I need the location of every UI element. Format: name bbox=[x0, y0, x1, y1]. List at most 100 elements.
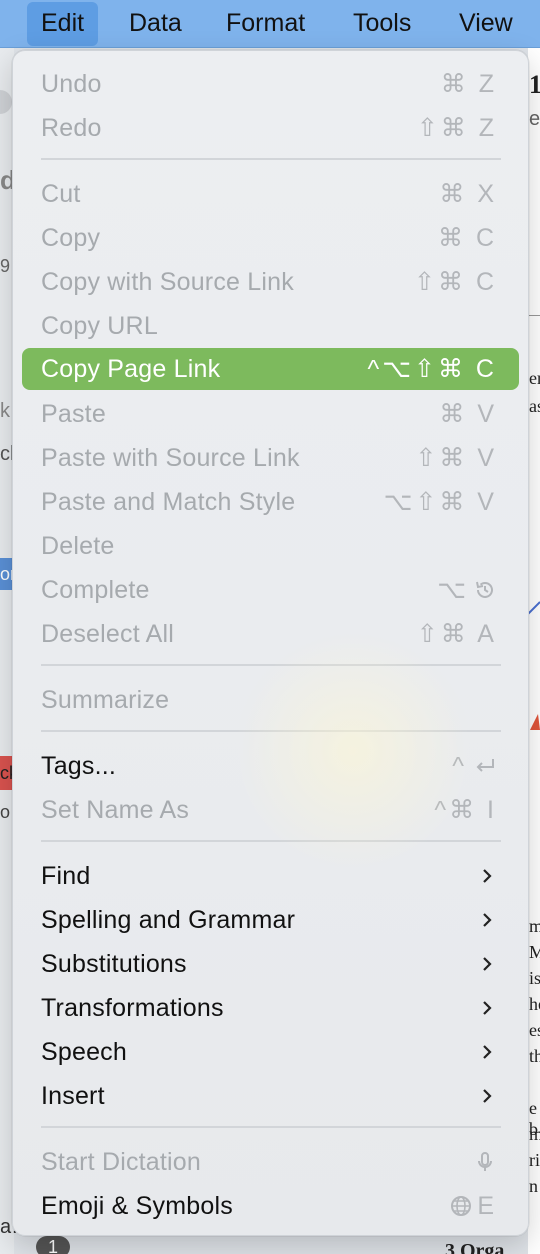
menu-item-label: Delete bbox=[41, 532, 115, 560]
menu-item-delete[interactable]: Delete bbox=[22, 525, 519, 567]
menu-item-copy-page-link[interactable]: Copy Page Link ^⌥⇧⌘ C bbox=[22, 348, 519, 390]
background-fragment: is bbox=[529, 968, 540, 988]
menu-item-emoji-and-symbols[interactable]: Emoji & Symbols E bbox=[22, 1185, 519, 1227]
background-fragment: n bbox=[529, 1176, 538, 1196]
return-icon bbox=[476, 759, 494, 772]
menu-item-shortcut: ⌘ V bbox=[439, 400, 497, 428]
background-fragment: m bbox=[529, 916, 540, 936]
menu-item-shortcut: ^ bbox=[452, 752, 467, 780]
background-fragment: m bbox=[529, 1124, 540, 1144]
menu-item-copy-url[interactable]: Copy URL bbox=[22, 305, 519, 347]
background-fragment: k bbox=[0, 400, 10, 422]
menu-item-shortcut: ⇧⌘ V bbox=[415, 444, 497, 472]
menu-item-shortcut: ⌥ bbox=[437, 576, 469, 604]
menu-item-shortcut: ⇧⌘ Z bbox=[416, 114, 497, 142]
background-fragment: e bbox=[529, 108, 540, 130]
chevron-right-icon bbox=[483, 913, 492, 927]
menu-item-label: Paste with Source Link bbox=[41, 444, 300, 472]
menu-item-paste[interactable]: Paste ⌘ V bbox=[22, 393, 519, 435]
menu-item-label: Copy with Source Link bbox=[41, 268, 294, 296]
menu-item-cut[interactable]: Cut ⌘ X bbox=[22, 173, 519, 215]
menu-item-spelling-and-grammar[interactable]: Spelling and Grammar bbox=[22, 899, 519, 941]
menu-item-label: Deselect All bbox=[41, 620, 175, 648]
menu-item-label: Complete bbox=[41, 576, 150, 604]
menubar-item-view[interactable]: View bbox=[445, 2, 527, 46]
menubar-item-format[interactable]: Format bbox=[212, 2, 319, 46]
menu-item-tags[interactable]: Tags... ^ bbox=[22, 745, 519, 787]
background-divider bbox=[529, 315, 540, 316]
menu-item-label: Copy URL bbox=[41, 312, 158, 340]
background-fragment: as bbox=[529, 396, 540, 416]
menu-item-shortcut: ⇧⌘ C bbox=[414, 268, 497, 296]
menu-separator bbox=[41, 840, 501, 842]
background-tag-red: ck bbox=[0, 756, 12, 790]
background-fragment: 1 bbox=[529, 70, 540, 99]
menu-item-label: Set Name As bbox=[41, 796, 190, 824]
menu-item-paste-and-match-style[interactable]: Paste and Match Style ⌥⇧⌘ V bbox=[22, 481, 519, 523]
menu-item-undo[interactable]: Undo ⌘ Z bbox=[22, 63, 519, 105]
menu-separator bbox=[41, 664, 501, 666]
menu-item-copy-with-source-link[interactable]: Copy with Source Link ⇧⌘ C bbox=[22, 261, 519, 303]
menu-item-shortcut: ⇧⌘ A bbox=[416, 620, 497, 648]
menu-separator bbox=[41, 158, 501, 160]
background-fragment: er bbox=[529, 368, 540, 388]
menu-item-label: Transformations bbox=[41, 994, 224, 1022]
background-fragment: 9 bbox=[0, 256, 11, 276]
globe-icon bbox=[451, 1196, 471, 1216]
menu-item-shortcut: ⌘ Z bbox=[440, 70, 497, 98]
background-fragment: he bbox=[529, 994, 540, 1014]
menu-item-set-name-as[interactable]: Set Name As ^⌘ I bbox=[22, 789, 519, 831]
menu-item-summarize[interactable]: Summarize bbox=[22, 679, 519, 721]
menu-item-transformations[interactable]: Transformations bbox=[22, 987, 519, 1029]
history-icon bbox=[476, 581, 493, 598]
menu-item-find[interactable]: Find bbox=[22, 855, 519, 897]
menu-separator bbox=[41, 1126, 501, 1128]
menu-item-label: Insert bbox=[41, 1082, 105, 1110]
menu-item-label: Undo bbox=[41, 70, 102, 98]
background-fragment: es bbox=[529, 1020, 540, 1040]
microphone-icon bbox=[478, 1152, 492, 1171]
background-badge: 1 bbox=[36, 1236, 70, 1254]
background-fragment: ri bbox=[529, 1150, 540, 1170]
menu-item-shortcut: E bbox=[477, 1192, 497, 1220]
menubar-item-data[interactable]: Data bbox=[115, 2, 196, 46]
menu-item-label: Paste and Match Style bbox=[41, 488, 296, 516]
menu-item-shortcut: ⌘ C bbox=[438, 224, 497, 252]
menu-item-copy[interactable]: Copy ⌘ C bbox=[22, 217, 519, 259]
chevron-right-icon bbox=[483, 1045, 492, 1059]
menu-item-start-dictation[interactable]: Start Dictation bbox=[22, 1141, 519, 1183]
menu-item-label: Spelling and Grammar bbox=[41, 906, 296, 934]
chevron-right-icon bbox=[483, 1001, 492, 1015]
menu-item-label: Speech bbox=[41, 1038, 127, 1066]
background-tag-blue: or bbox=[0, 558, 12, 590]
chevron-right-icon bbox=[483, 1089, 492, 1103]
menubar-item-edit[interactable]: Edit bbox=[27, 2, 99, 46]
menu-item-complete[interactable]: Complete ⌥ bbox=[22, 569, 519, 611]
menu-item-label: Copy Page Link bbox=[41, 355, 221, 383]
menu-item-label: Copy bbox=[41, 224, 101, 252]
menu-item-label: Redo bbox=[41, 114, 102, 142]
background-fragment: M bbox=[529, 942, 540, 962]
menu-item-paste-with-source-link[interactable]: Paste with Source Link ⇧⌘ V bbox=[22, 437, 519, 479]
menu-bar: Edit Data Format Tools View bbox=[0, 0, 540, 48]
menu-item-shortcut: ⌘ X bbox=[439, 180, 497, 208]
menubar-item-tools[interactable]: Tools bbox=[339, 2, 425, 46]
background-fragment: o bbox=[0, 802, 11, 822]
menu-item-substitutions[interactable]: Substitutions bbox=[22, 943, 519, 985]
menu-item-label: Find bbox=[41, 862, 91, 890]
menu-item-label: Cut bbox=[41, 180, 81, 208]
menu-item-label: Paste bbox=[41, 400, 106, 428]
menu-item-redo[interactable]: Redo ⇧⌘ Z bbox=[22, 107, 519, 149]
background-fragment: th bbox=[529, 1046, 540, 1066]
menu-item-label: Emoji & Symbols bbox=[41, 1192, 233, 1220]
menu-item-label: Start Dictation bbox=[41, 1148, 202, 1176]
chevron-right-icon bbox=[483, 957, 492, 971]
menu-item-speech[interactable]: Speech bbox=[22, 1031, 519, 1073]
menu-item-deselect-all[interactable]: Deselect All ⇧⌘ A bbox=[22, 613, 519, 655]
menu-item-shortcut: ⌥⇧⌘ V bbox=[383, 488, 497, 516]
menu-item-label: Summarize bbox=[41, 686, 170, 714]
edit-menu: Undo ⌘ Z Redo ⇧⌘ Z Cut ⌘ X Copy ⌘ C Copy… bbox=[12, 50, 529, 1236]
menu-item-insert[interactable]: Insert bbox=[22, 1075, 519, 1117]
menu-item-shortcut: ^⌘ I bbox=[434, 796, 497, 824]
menu-item-label: Tags... bbox=[41, 752, 117, 780]
